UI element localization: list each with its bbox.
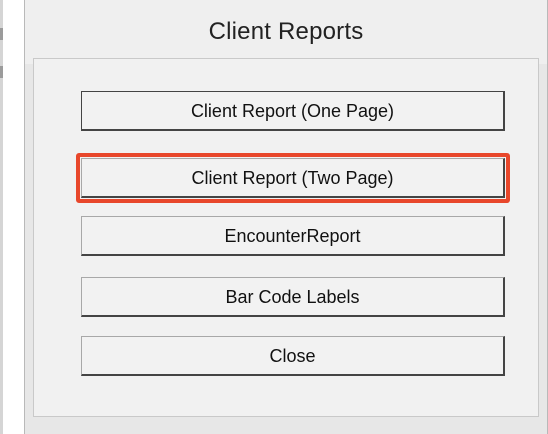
client-report-two-page-button[interactable]: Client Report (Two Page): [81, 158, 505, 198]
dialog-title: Client Reports: [25, 0, 547, 64]
reports-button-panel: Client Report (One Page) Client Report (…: [33, 58, 539, 417]
close-button[interactable]: Close: [81, 336, 505, 376]
client-reports-dialog: Client Reports Client Report (One Page) …: [24, 0, 548, 434]
client-report-one-page-button[interactable]: Client Report (One Page): [81, 91, 505, 131]
edge-dash: [0, 66, 3, 78]
edge-dash: [0, 28, 3, 40]
bar-code-labels-button[interactable]: Bar Code Labels: [81, 277, 505, 317]
encounter-report-button[interactable]: EncounterReport: [81, 216, 505, 256]
screen: Client Reports Client Report (One Page) …: [0, 0, 548, 434]
background-window-edge: [0, 0, 3, 434]
